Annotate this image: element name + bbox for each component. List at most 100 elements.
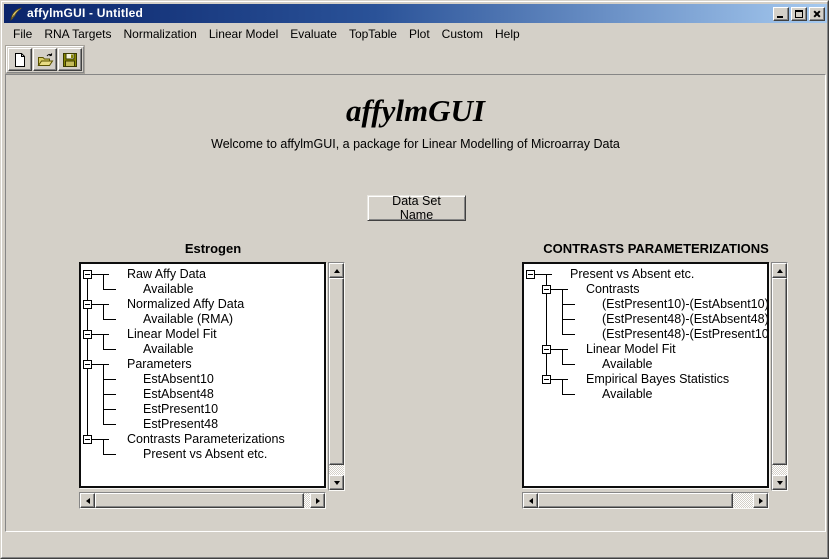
menu-item-plot[interactable]: Plot bbox=[403, 26, 436, 42]
tree-connector-line bbox=[103, 409, 116, 410]
tree-expand-box[interactable] bbox=[83, 330, 92, 339]
tree-node-label[interactable]: Present vs Absent etc. bbox=[143, 447, 267, 462]
menu-item-rna-targets[interactable]: RNA Targets bbox=[38, 26, 117, 42]
tree-expand-box[interactable] bbox=[542, 285, 551, 294]
menu-item-toptable[interactable]: TopTable bbox=[343, 26, 403, 42]
vertical-scroll-thumb[interactable] bbox=[772, 278, 787, 465]
scroll-right-arrow-icon bbox=[759, 498, 763, 504]
panel-contrasts: CONTRASTS PARAMETERIZATIONS Present vs A… bbox=[522, 241, 790, 526]
tree-expand-box[interactable] bbox=[542, 375, 551, 384]
tree-node-label[interactable]: Contrasts bbox=[586, 282, 640, 297]
scroll-left-button[interactable] bbox=[523, 493, 538, 508]
tree-connector-line bbox=[562, 290, 563, 335]
horizontal-scroll-thumb[interactable] bbox=[95, 493, 304, 508]
menu-item-file[interactable]: File bbox=[7, 26, 38, 42]
tk-feather-icon bbox=[9, 7, 23, 21]
tree-connector-line bbox=[562, 380, 563, 395]
scroll-right-button[interactable] bbox=[310, 493, 325, 508]
menu-item-help[interactable]: Help bbox=[489, 26, 526, 42]
contrasts-horizontal-scrollbar bbox=[522, 492, 769, 509]
toolbar bbox=[6, 46, 84, 73]
tree-connector-line bbox=[103, 424, 116, 425]
tree-node-label[interactable]: Empirical Bayes Statistics bbox=[586, 372, 729, 387]
contrasts-vertical-scrollbar bbox=[771, 262, 788, 491]
tree-expand-box[interactable] bbox=[83, 435, 92, 444]
save-floppy-icon bbox=[62, 52, 78, 68]
scroll-right-arrow-icon bbox=[316, 498, 320, 504]
menu-item-normalization[interactable]: Normalization bbox=[118, 26, 203, 42]
tree-node-label[interactable]: (EstPresent48)-(EstAbsent48) bbox=[602, 312, 769, 327]
tree-node-label[interactable]: EstAbsent48 bbox=[143, 387, 214, 402]
toolbar-open-button[interactable] bbox=[33, 48, 57, 71]
main-content-frame: affylmGUI Welcome to affylmGUI, a packag… bbox=[5, 74, 826, 532]
panel-estrogen: Estrogen Raw Affy DataAvailableNormalize… bbox=[79, 241, 347, 526]
tree-expand-box[interactable] bbox=[83, 300, 92, 309]
scroll-up-button[interactable] bbox=[329, 263, 344, 278]
tree-node-label[interactable]: Available bbox=[602, 387, 653, 402]
maximize-icon bbox=[795, 10, 803, 18]
data-set-name-button[interactable]: Data Set Name bbox=[367, 195, 466, 221]
tree-connector-line bbox=[562, 304, 575, 305]
minimize-button[interactable] bbox=[773, 7, 789, 21]
panel-contrasts-title: CONTRASTS PARAMETERIZATIONS bbox=[522, 241, 790, 256]
tree-node-label[interactable]: Available bbox=[143, 342, 194, 357]
tree-connector-line bbox=[551, 379, 568, 380]
scroll-trough[interactable] bbox=[772, 465, 787, 475]
tree-node-label[interactable]: Available (RMA) bbox=[143, 312, 233, 327]
tree-node-label[interactable]: Present vs Absent etc. bbox=[570, 267, 694, 282]
tree-expand-box[interactable] bbox=[542, 345, 551, 354]
tree-connector-line bbox=[92, 334, 109, 335]
tree-connector-line bbox=[562, 334, 575, 335]
maximize-button[interactable] bbox=[791, 7, 807, 21]
menu-item-custom[interactable]: Custom bbox=[436, 26, 489, 42]
tree-node-label[interactable]: Linear Model Fit bbox=[586, 342, 676, 357]
scroll-trough[interactable] bbox=[329, 465, 344, 475]
toolbar-save-button[interactable] bbox=[58, 48, 82, 71]
tree-node-label[interactable]: Available bbox=[602, 357, 653, 372]
scroll-down-button[interactable] bbox=[329, 475, 344, 490]
menu-item-evaluate[interactable]: Evaluate bbox=[284, 26, 343, 42]
scroll-right-button[interactable] bbox=[753, 493, 768, 508]
welcome-text: Welcome to affylmGUI, a package for Line… bbox=[6, 137, 825, 151]
tree-connector-line bbox=[562, 319, 575, 320]
scroll-up-arrow-icon bbox=[777, 269, 783, 273]
tree-node-label[interactable]: Available bbox=[143, 282, 194, 297]
toolbar-new-button[interactable] bbox=[8, 48, 32, 71]
tree-node-label[interactable]: (EstPresent10)-(EstAbsent10) bbox=[602, 297, 769, 312]
tree-connector-line bbox=[551, 289, 568, 290]
tree-node-label[interactable]: Raw Affy Data bbox=[127, 267, 206, 282]
estrogen-tree-content: Raw Affy DataAvailableNormalized Affy Da… bbox=[81, 264, 324, 486]
scroll-trough[interactable] bbox=[733, 493, 753, 508]
tree-node-label[interactable]: Contrasts Parameterizations bbox=[127, 432, 285, 447]
tree-connector-line bbox=[562, 350, 563, 365]
tree-expand-box[interactable] bbox=[83, 270, 92, 279]
window-title: affylmGUI - Untitled bbox=[27, 4, 143, 23]
tree-connector-line bbox=[92, 304, 109, 305]
vertical-scroll-thumb[interactable] bbox=[329, 278, 344, 465]
tree-node-label[interactable]: EstAbsent10 bbox=[143, 372, 214, 387]
tree-node-label[interactable]: EstPresent48 bbox=[143, 417, 218, 432]
tree-expand-box[interactable] bbox=[526, 270, 535, 279]
tree-connector-line bbox=[103, 365, 104, 425]
scroll-down-button[interactable] bbox=[772, 475, 787, 490]
tree-connector-line bbox=[103, 454, 116, 455]
tree-connector-line bbox=[551, 349, 568, 350]
tree-node-label[interactable]: Parameters bbox=[127, 357, 192, 372]
scroll-down-arrow-icon bbox=[334, 481, 340, 485]
contrasts-tree-content: Present vs Absent etc.Contrasts(EstPrese… bbox=[524, 264, 767, 486]
tree-connector-line bbox=[87, 274, 88, 439]
window-controls bbox=[771, 7, 825, 21]
tree-node-label[interactable]: (EstPresent48)-(EstPresent10) bbox=[602, 327, 769, 342]
tree-node-label[interactable]: Normalized Affy Data bbox=[127, 297, 244, 312]
tree-node-label[interactable]: Linear Model Fit bbox=[127, 327, 217, 342]
tree-expand-box[interactable] bbox=[83, 360, 92, 369]
horizontal-scroll-thumb[interactable] bbox=[538, 493, 733, 508]
tree-connector-line bbox=[103, 275, 104, 290]
scroll-up-button[interactable] bbox=[772, 263, 787, 278]
menu-item-linear-model[interactable]: Linear Model bbox=[203, 26, 284, 42]
close-button[interactable] bbox=[809, 7, 825, 21]
tree-connector-line bbox=[103, 335, 104, 350]
app-heading: affylmGUI bbox=[6, 93, 825, 129]
scroll-left-button[interactable] bbox=[80, 493, 95, 508]
tree-node-label[interactable]: EstPresent10 bbox=[143, 402, 218, 417]
